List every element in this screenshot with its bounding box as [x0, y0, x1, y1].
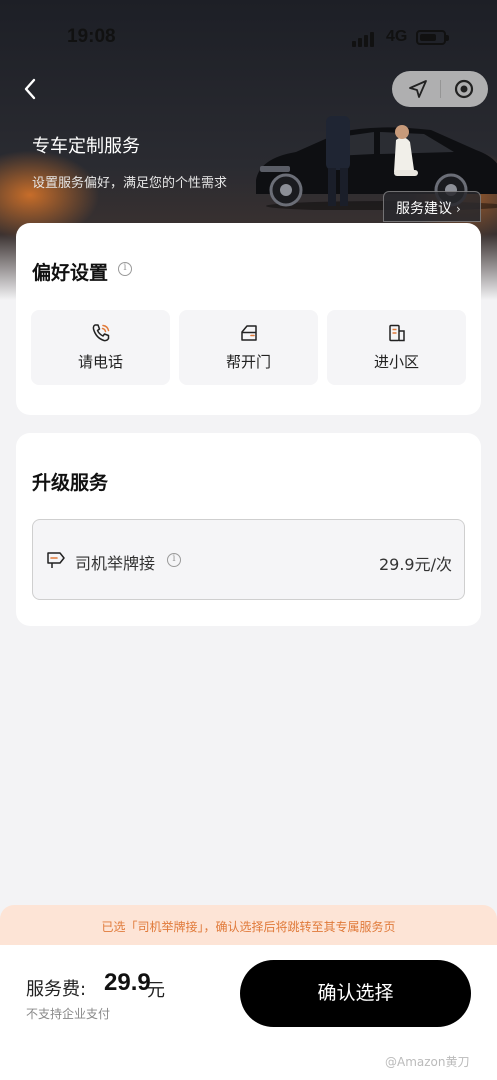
- fee-value: 29.9: [104, 969, 151, 996]
- pref-item-label: 帮开门: [225, 353, 271, 371]
- location-arrow-icon[interactable]: [408, 79, 428, 99]
- mini-program-capsule: [392, 71, 488, 107]
- screen: 19:08 4G 专车定制服务 设置服务偏好，满足您的个性需求 服务建议 › 偏…: [0, 0, 497, 1080]
- page-subtitle: 设置服务偏好，满足您的个性需求: [32, 176, 228, 191]
- pref-item-enter-community[interactable]: 进小区: [327, 310, 466, 385]
- upgrade-title: 升级服务: [32, 472, 109, 494]
- fee-label: 服务费:: [26, 979, 87, 1000]
- chevron-left-icon: [24, 78, 36, 100]
- chevron-right-icon: ›: [456, 202, 461, 216]
- watermark: @Amazon黄刀: [385, 1055, 470, 1069]
- fee-unit: 元: [147, 980, 165, 1001]
- signal-icon: [352, 31, 374, 47]
- pref-item-open-door[interactable]: 帮开门: [179, 310, 318, 385]
- capsule-divider: [440, 80, 441, 98]
- pref-item-label: 进小区: [373, 353, 419, 371]
- battery-icon: [416, 30, 449, 45]
- service-advice-button[interactable]: 服务建议 ›: [383, 191, 481, 222]
- service-advice-label: 服务建议: [396, 201, 452, 217]
- service-price: 29.9元/次: [378, 555, 452, 574]
- bottom-bar: 服务费: 29.9 元 不支持企业支付 确认选择 @Amazon黄刀: [0, 945, 497, 1080]
- status-time: 19:08: [67, 26, 116, 47]
- upgrade-service-card: 升级服务 司机举牌接 29.9元/次: [16, 433, 481, 626]
- page-title: 专车定制服务: [32, 136, 140, 157]
- pref-item-label: 请电话: [77, 353, 123, 371]
- fee-note: 不支持企业支付: [26, 1007, 111, 1021]
- confirm-button[interactable]: 确认选择: [240, 960, 471, 1027]
- selection-notice: 已选「司机举牌接」，确认选择后将跳转至其专属服务页: [0, 905, 497, 947]
- building-gate-icon: [389, 324, 405, 342]
- pref-item-call[interactable]: 请电话: [31, 310, 170, 385]
- network-type: 4G: [386, 28, 408, 45]
- preferences-title: 偏好设置: [32, 262, 109, 284]
- preferences-card: 偏好设置 请电话 帮开门 进小区: [16, 223, 481, 415]
- back-button[interactable]: [18, 76, 44, 102]
- info-icon[interactable]: [167, 553, 181, 567]
- close-target-icon[interactable]: [454, 79, 474, 99]
- car-door-icon: [241, 325, 257, 341]
- signboard-icon: [47, 552, 65, 568]
- status-bar: 19:08 4G: [0, 22, 497, 52]
- phone-icon: [92, 324, 110, 342]
- service-option-signboard-pickup[interactable]: 司机举牌接 29.9元/次: [32, 519, 465, 600]
- service-name: 司机举牌接: [75, 554, 156, 573]
- info-icon[interactable]: [118, 262, 132, 276]
